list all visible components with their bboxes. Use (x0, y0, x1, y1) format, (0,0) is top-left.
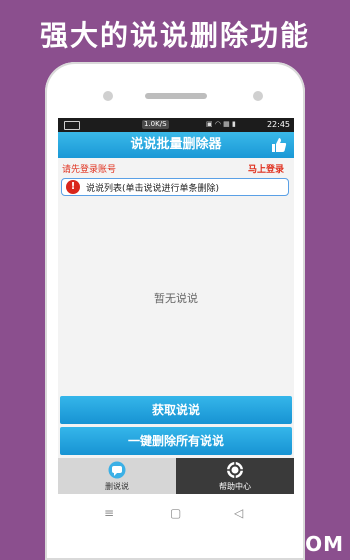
login-prompt: 请先登录账号 (62, 165, 117, 175)
list-header: ! 说说列表(单击说说进行单条删除) (61, 178, 289, 196)
warning-icon: ! (66, 180, 80, 194)
tab-delete-posts-label: 删说说 (105, 482, 129, 491)
empty-state: 暂无说说 (154, 292, 198, 305)
tab-help-center[interactable]: 帮助中心 (176, 458, 294, 494)
promo-headline: 强大的说说删除功能 (39, 19, 310, 52)
app-titlebar: 说说批量删除器 (58, 132, 294, 158)
login-row: 请先登录账号 马上登录 (58, 160, 294, 176)
phone-nav-keys: ≡ ▢ ◁ (58, 500, 294, 530)
login-link[interactable]: 马上登录 (248, 162, 284, 175)
bottom-tabbar: 删说说 帮助中心 (58, 458, 294, 494)
notification-icon (64, 121, 80, 130)
clock: 22:45 (266, 120, 290, 129)
delete-all-button[interactable]: 一键删除所有说说 (60, 427, 292, 455)
home-key-icon[interactable]: ▢ (170, 506, 181, 520)
menu-key-icon[interactable]: ≡ (104, 506, 114, 520)
sensor-icon (103, 91, 113, 101)
fetch-posts-button[interactable]: 获取说说 (60, 396, 292, 424)
front-camera-icon (253, 91, 263, 101)
back-key-icon[interactable]: ◁ (234, 506, 243, 520)
network-speed: 1.0K/S (142, 120, 169, 129)
thumbs-up-icon[interactable] (270, 136, 288, 154)
list-header-text: 说说列表(单击说说进行单条删除) (86, 184, 220, 194)
phone-top-bezel (45, 62, 305, 120)
status-icons: ▣ ◠ ▦ ▮ (206, 120, 236, 128)
app-title: 说说批量删除器 (130, 137, 222, 152)
status-bar: 1.0K/S ▣ ◠ ▦ ▮ 22:45 (58, 118, 294, 132)
speaker-grille (145, 93, 207, 99)
app-screen: 1.0K/S ▣ ◠ ▦ ▮ 22:45 说说批量删除器 请先登录账号 马上登录… (58, 118, 294, 494)
help-center-icon (227, 462, 243, 478)
watermark: ITMOP.COM (206, 532, 344, 556)
tab-help-center-label: 帮助中心 (219, 482, 251, 491)
chat-bubble-icon (108, 461, 126, 479)
tab-delete-posts[interactable]: 删说说 (58, 458, 176, 494)
